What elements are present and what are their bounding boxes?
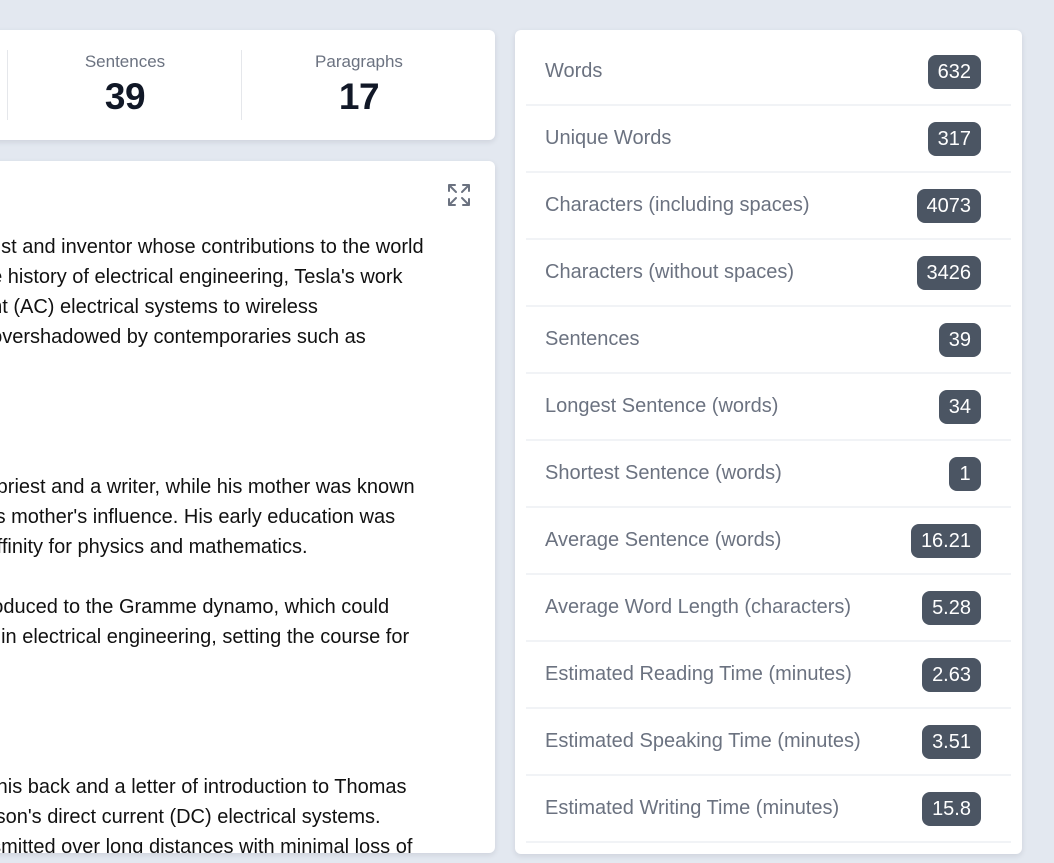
text-line: a priest and a writer, while his mother … [0,476,415,498]
text-line [0,712,495,742]
stat-row-label: Shortest Sentence (words) [545,462,782,484]
stat-row-badge: 39 [938,323,981,357]
text-preview-card: ntist and inventor whose contributions t… [0,161,495,853]
statistics-list: Words 632 Unique Words 317 Characters (inclu… [515,30,1022,854]
stats-row: Estimated Reading Time (minutes) 2.63 [526,642,1011,709]
stat-row-badge: 1 [949,457,981,491]
text-line: st in electrical engineering, setting th… [0,626,410,648]
stat-value: 17 [338,76,380,117]
text-content: ntist and inventor whose contributions t… [0,232,475,853]
stat-row-badge: 317 [927,122,981,156]
stats-row: Words 632 [526,39,1011,106]
stat-row-label: Sentences [545,328,640,350]
stats-row: Characters (without spaces) 3426 [526,240,1011,307]
text-line: affinity for physics and mathematics. [0,536,308,558]
text-line: dison's direct current (DC) electrical s… [0,806,381,828]
stats-row: Longest Sentence (words) 34 [526,374,1011,441]
stats-row: Estimated Writing Time (minutes) 15.8 [526,776,1011,843]
summary-card: Sentences 39 Paragraphs 17 [0,30,495,140]
stat-row-label: Longest Sentence (words) [545,395,779,417]
text-line [0,562,495,592]
stats-row: Shortest Sentence (words) 1 [526,441,1011,508]
stat-label: Sentences [84,52,166,71]
text-line: his mother's influence. His early educat… [0,506,396,528]
stat-row-label: Words [545,60,603,82]
stat-row-badge: 632 [927,55,981,89]
stat-row-badge: 3426 [916,256,981,290]
text-line: ent (AC) electrical systems to wireless [0,296,318,318]
stat-paragraphs: Paragraphs 17 [241,50,476,120]
stat-row-badge: 16.21 [910,524,981,558]
stat-sentences: Sentences 39 [7,50,242,120]
stat-row-badge: 15.8 [922,792,981,826]
text-line: , overshadowed by contemporaries such as [0,326,366,348]
text-line [0,412,495,442]
text-line: n his back and a letter of introduction … [0,776,407,798]
stats-row: Estimated Speaking Time (minutes) 3.51 [526,709,1011,776]
text-line: he history of electrical engineering, Te… [0,266,403,288]
stat-row-badge: 34 [938,390,981,424]
stat-row-label: Estimated Speaking Time (minutes) [545,730,861,752]
stat-row-badge: 3.51 [922,725,981,759]
stat-row-badge: 4073 [916,189,981,223]
text-line: nsmitted over long distances with minima… [0,836,413,853]
stats-row: Characters (including spaces) 4073 [526,173,1011,240]
stats-row: Sentences 39 [526,307,1011,374]
stats-row: Average Sentence (words) 16.21 [526,508,1011,575]
text-line [0,682,495,712]
stat-row-label: Characters (including spaces) [545,194,810,216]
stat-value: 39 [104,76,146,117]
text-line: troduced to the Gramme dynamo, which cou… [0,596,390,618]
stat-row-label: Unique Words [545,127,672,149]
stats-row: Unique Words 317 [526,106,1011,173]
text-line [0,742,495,772]
stat-label: Paragraphs [315,52,403,71]
text-line [0,352,495,382]
expand-button[interactable] [446,182,472,208]
text-line: ntist and inventor whose contributions t… [0,236,424,258]
stat-row-label: Average Sentence (words) [545,529,782,551]
expand-icon [448,184,470,206]
stat-row-label: Characters (without spaces) [545,261,794,283]
stat-row-badge: 5.28 [922,591,981,625]
stat-row-label: Estimated Writing Time (minutes) [545,797,840,819]
text-line [0,652,495,682]
stat-row-label: Average Word Length (characters) [545,596,852,618]
stats-row: Average Word Length (characters) 5.28 [526,575,1011,642]
stat-row-badge: 2.63 [922,658,981,692]
text-line [0,442,495,472]
text-line [0,382,495,412]
stat-row-label: Estimated Reading Time (minutes) [545,663,852,685]
